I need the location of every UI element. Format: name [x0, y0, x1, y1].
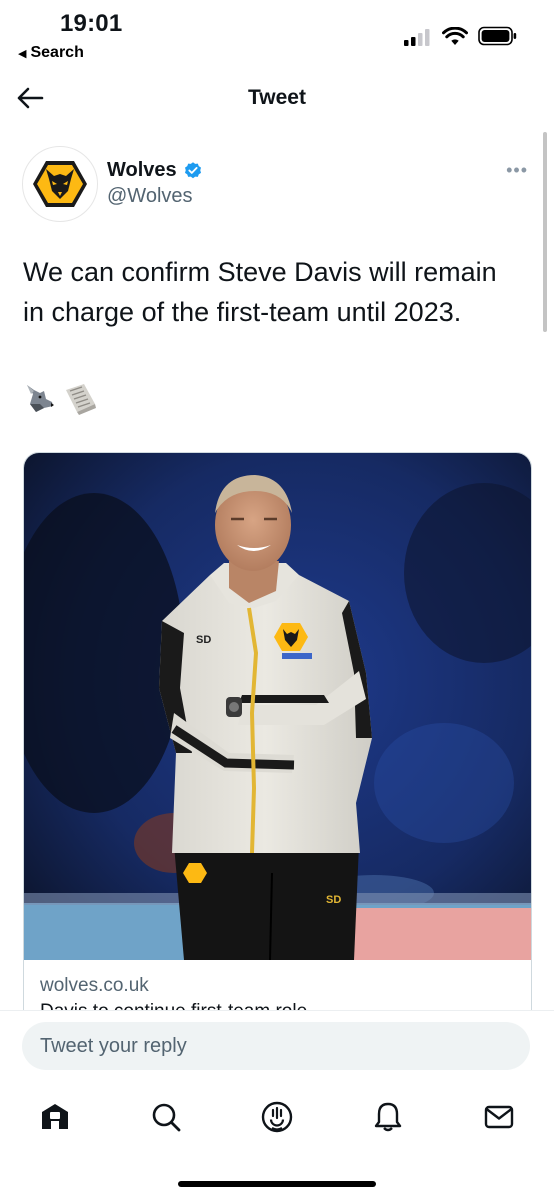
card-image[interactable]: SD SD: [24, 453, 531, 960]
mail-icon: [484, 1105, 514, 1129]
link-card[interactable]: SD SD wolves.co.uk Davis to continue fir…: [23, 452, 532, 1054]
back-to-search[interactable]: ◀ Search: [18, 44, 84, 62]
tab-bar: [0, 1096, 554, 1138]
page-title: Tweet: [248, 86, 306, 109]
spaces-icon: [261, 1101, 293, 1133]
author-handle[interactable]: @Wolves: [107, 185, 193, 208]
newspaper-emoji-icon: [66, 384, 96, 415]
status-icons: [404, 26, 518, 46]
verified-badge-icon: [184, 161, 201, 178]
status-time: 19:01: [60, 10, 123, 37]
tab-spaces[interactable]: [257, 1096, 297, 1138]
author-name: Wolves: [107, 159, 177, 181]
tab-notifications[interactable]: [368, 1096, 408, 1138]
tab-home[interactable]: [35, 1096, 75, 1138]
avatar[interactable]: [22, 146, 98, 222]
back-triangle-icon: ◀: [18, 47, 27, 60]
battery-icon: [478, 26, 517, 46]
reply-placeholder: Tweet your reply: [40, 1034, 187, 1057]
tab-messages[interactable]: [479, 1096, 519, 1138]
svg-text:SD: SD: [196, 634, 211, 646]
wifi-icon: [442, 27, 468, 45]
wolf-emoji-icon: [27, 385, 54, 412]
tweet-emojis: [22, 382, 98, 416]
scrollbar[interactable]: [543, 132, 547, 332]
author-name-row[interactable]: Wolves: [107, 159, 203, 182]
reply-input[interactable]: Tweet your reply: [22, 1022, 530, 1070]
back-to-search-label: Search: [30, 44, 84, 61]
signal-icon: [404, 29, 430, 46]
wolves-logo: [33, 161, 87, 207]
more-options-button[interactable]: •••: [506, 160, 528, 181]
tweet-text: We can confirm Steve Davis will remain i…: [23, 257, 497, 327]
search-icon: [152, 1103, 181, 1132]
svg-text:SD: SD: [326, 894, 341, 906]
bell-icon: [374, 1102, 402, 1132]
home-icon: [42, 1104, 68, 1129]
home-indicator[interactable]: [178, 1181, 376, 1187]
tab-search[interactable]: [146, 1096, 186, 1138]
card-domain: wolves.co.uk: [40, 975, 149, 996]
